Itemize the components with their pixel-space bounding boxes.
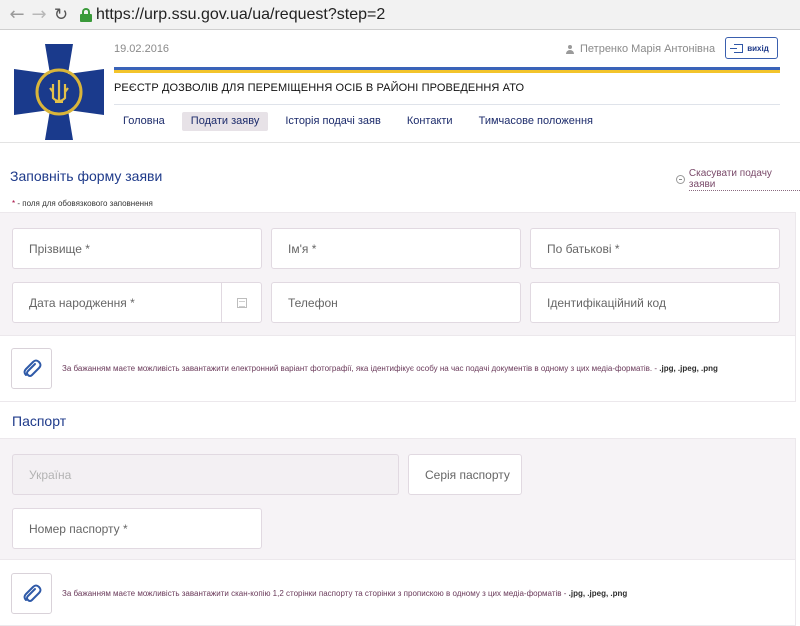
cancel-label[interactable]: Скасувати подачу заяви [688, 168, 800, 191]
calendar-icon [236, 297, 247, 308]
required-note-text: - поля для обовязкового заповнення [15, 199, 153, 208]
paperclip-icon [23, 359, 41, 377]
menu-item-temporary-regulations[interactable]: Тимчасове положення [470, 112, 602, 131]
surname-input[interactable]: Прізвище * [12, 228, 262, 269]
photo-upload-button[interactable] [11, 348, 52, 389]
patronymic-input[interactable]: По батькові * [530, 228, 780, 269]
passport-number-placeholder: Номер паспорту * [29, 521, 128, 536]
current-date: 19.02.2016 [114, 43, 170, 55]
birthdate-placeholder: Дата народження * [29, 295, 135, 310]
passport-number-input[interactable]: Номер паспорту * [12, 508, 262, 549]
back-arrow-icon[interactable]: ← [6, 4, 28, 26]
tax-id-placeholder: Ідентифікаційний код [547, 295, 666, 310]
passport-country-input[interactable]: Україна [12, 454, 399, 495]
phone-input[interactable]: Телефон [271, 282, 521, 323]
exit-label: вихід [747, 43, 769, 53]
user-icon [566, 44, 574, 54]
address-bar[interactable]: https://urp.ssu.gov.ua/ua/request?step=2 [80, 4, 385, 26]
flag-stripe [114, 67, 780, 73]
menu-item-contacts[interactable]: Контакти [398, 112, 462, 131]
name-placeholder: Ім'я * [288, 241, 317, 256]
paperclip-icon [23, 584, 41, 602]
calendar-button[interactable] [221, 282, 262, 323]
menu-item-history[interactable]: Історія подачі заяв [276, 112, 389, 131]
birthdate-input[interactable]: Дата народження * [12, 282, 222, 323]
forward-arrow-icon[interactable]: → [28, 4, 50, 26]
passport-section-title: Паспорт [12, 413, 67, 429]
passport-upload-hint: За бажанням маєте можливість завантажити… [62, 589, 628, 598]
photo-upload-hint: За бажанням маєте можливість завантажити… [62, 364, 718, 373]
user-name[interactable]: Петренко Марія Антонівна [580, 43, 715, 55]
passport-series-placeholder: Серія паспорту [425, 467, 510, 482]
tax-id-input[interactable]: Ідентифікаційний код [530, 282, 780, 323]
site-title: РЕЄСТР ДОЗВОЛІВ ДЛЯ ПЕРЕМІЩЕННЯ ОСІБ В Р… [114, 82, 525, 94]
menu-item-submit-request[interactable]: Подати заяву [181, 112, 269, 131]
passport-upload-row: За бажанням маєте можливість завантажити… [0, 560, 796, 626]
passport-series-input[interactable]: Серія паспорту [408, 454, 522, 495]
lock-icon [80, 7, 92, 22]
name-input[interactable]: Ім'я * [271, 228, 521, 269]
url-text[interactable]: https://urp.ssu.gov.ua/ua/request?step=2 [96, 6, 385, 24]
personal-data-section: Прізвище * Ім'я * По батькові * Дата нар… [0, 212, 796, 336]
cancel-icon [676, 175, 685, 184]
main-menu: Головна Подати заяву Історія подачі заяв… [114, 112, 610, 131]
browser-toolbar: ← → ↻ https://urp.ssu.gov.ua/ua/request?… [0, 0, 800, 30]
exit-button[interactable]: вихід [725, 37, 778, 59]
user-info[interactable]: Петренко Марія Антонівна [566, 43, 715, 55]
ssu-emblem-logo[interactable] [14, 44, 104, 140]
exit-icon [730, 43, 744, 53]
menu-item-home[interactable]: Головна [114, 112, 174, 131]
passport-country-value: Україна [29, 467, 72, 482]
cancel-request-link[interactable]: Скасувати подачу заяви [676, 168, 800, 191]
divider [114, 104, 780, 105]
phone-placeholder: Телефон [288, 295, 338, 310]
surname-placeholder: Прізвище * [29, 241, 90, 256]
photo-upload-row: За бажанням маєте можливість завантажити… [0, 336, 796, 402]
patronymic-placeholder: По батькові * [547, 241, 620, 256]
divider [0, 142, 800, 143]
reload-icon[interactable]: ↻ [50, 4, 72, 26]
required-fields-note: * - поля для обовязкового заповнення [12, 199, 153, 208]
passport-section: Україна Серія паспорту Номер паспорту * [0, 438, 796, 560]
passport-upload-button[interactable] [11, 573, 52, 614]
form-title: Заповніть форму заяви [10, 168, 163, 184]
